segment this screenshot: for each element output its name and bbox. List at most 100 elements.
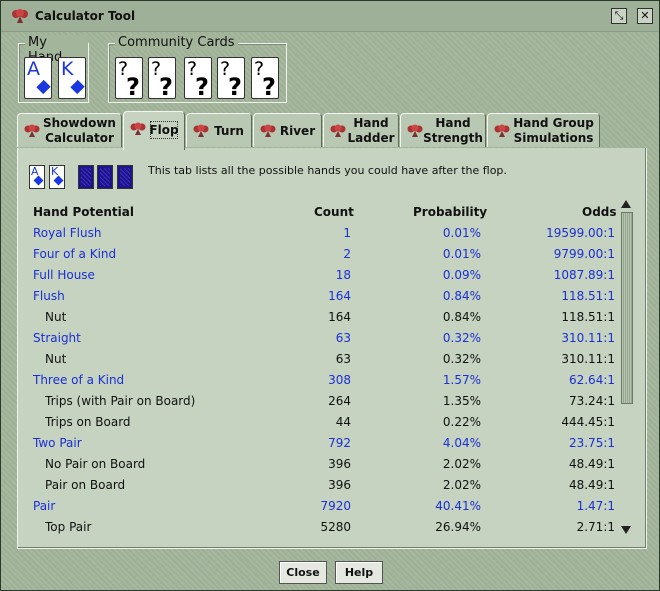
mini-hand-card-2: K — [49, 165, 65, 189]
row-hand: Nut — [45, 352, 67, 366]
row-probability: 40.41% — [435, 499, 481, 513]
table-row[interactable]: Straight 63 0.32% 310.11:1 — [33, 331, 615, 352]
community-cards-label: Community Cards — [115, 35, 238, 50]
table-row[interactable]: Three of a Kind 308 1.57% 62.64:1 — [33, 373, 615, 394]
table-row[interactable]: Top Pair 5280 26.94% 2.71:1 — [33, 520, 615, 541]
scroll-down-icon[interactable] — [621, 526, 631, 534]
community-card-1[interactable]: ?? — [115, 57, 143, 101]
tab-hand-ladder[interactable]: Hand Ladder — [323, 113, 399, 147]
row-probability: 1.35% — [442, 394, 481, 408]
row-odds: 23.75:1 — [568, 436, 615, 450]
restore-icon[interactable]: ⤡ — [611, 8, 627, 24]
row-probability: 0.32% — [442, 331, 481, 345]
table-row[interactable]: Four of a Kind 2 0.01% 9799.00:1 — [33, 247, 615, 268]
cards-logo-icon — [494, 124, 510, 137]
row-hand: Three of a Kind — [33, 373, 125, 387]
table-row[interactable]: Trips (with Pair on Board) 264 1.35% 73.24:… — [33, 394, 615, 415]
table-row[interactable]: Nut 164 0.84% 118.51:1 — [33, 310, 615, 331]
row-hand: Two Pair — [33, 436, 82, 450]
card-rank: A — [27, 58, 40, 80]
table-row[interactable]: Nut 63 0.32% 310.11:1 — [33, 352, 615, 373]
row-count: 18 — [335, 268, 351, 282]
row-probability: 1.57% — [442, 373, 481, 387]
cards-logo-icon — [193, 124, 209, 137]
row-probability: 2.02% — [442, 457, 481, 471]
tab-label: Showdown Calculator — [43, 116, 116, 145]
diamond-icon — [33, 175, 44, 186]
row-hand: Trips on Board — [45, 415, 131, 429]
tab-label: River — [279, 123, 316, 138]
row-count: 792 — [328, 436, 351, 450]
row-odds: 48.49:1 — [568, 457, 615, 471]
tab-hand-group-simulations[interactable]: Hand Group Simulations — [487, 113, 600, 147]
table-row[interactable]: Pair on Board 396 2.02% 48.49:1 — [33, 478, 615, 499]
row-probability: 4.04% — [442, 436, 481, 450]
card-placeholder: ? — [159, 73, 173, 101]
cards-logo-icon — [24, 124, 40, 137]
cards-logo-icon — [12, 9, 28, 23]
row-probability: 0.22% — [442, 415, 481, 429]
row-hand: Pair — [33, 499, 56, 513]
table-row[interactable]: Two Pair 792 4.04% 23.75:1 — [33, 436, 615, 457]
my-hand-group: My Hand A K — [18, 35, 89, 103]
row-hand: Trips (with Pair on Board) — [45, 394, 196, 408]
row-count: 264 — [328, 394, 351, 408]
row-odds: 19599.00:1 — [546, 226, 615, 240]
community-card-2[interactable]: ?? — [148, 57, 176, 101]
row-probability: 0.84% — [442, 310, 481, 324]
calculator-window: Calculator Tool ⤡ ✕ My Hand A K Communit… — [0, 0, 660, 591]
row-hand: Pair on Board — [45, 478, 126, 492]
tab-hand-strength[interactable]: Hand Strength — [400, 113, 486, 147]
community-card-3[interactable]: ?? — [184, 57, 212, 101]
tab-label: Hand Ladder — [347, 116, 395, 145]
row-probability: 0.01% — [442, 226, 481, 240]
hand-card-1[interactable]: A — [24, 57, 52, 99]
header-hand-potential[interactable]: Hand Potential — [33, 205, 134, 219]
flop-card-back-3 — [117, 165, 133, 189]
table-row[interactable]: Pair 7920 40.41% 1.47:1 — [33, 499, 615, 520]
table-row[interactable]: Royal Flush 1 0.01% 19599.00:1 — [33, 226, 615, 247]
table-row[interactable]: Flush 164 0.84% 118.51:1 — [33, 289, 615, 310]
header-odds[interactable]: Odds — [582, 205, 617, 219]
table-row[interactable]: Trips on Board 44 0.22% 444.45:1 — [33, 415, 615, 436]
row-hand: Top Pair — [45, 520, 92, 534]
scrollbar-track[interactable] — [621, 212, 633, 404]
diamond-icon — [70, 79, 85, 95]
card-placeholder: ? — [126, 73, 140, 101]
row-hand: Four of a Kind — [33, 247, 117, 261]
tab-showdown-calculator[interactable]: Showdown Calculator — [17, 113, 122, 147]
community-card-5[interactable]: ?? — [251, 57, 279, 101]
row-hand: Nut — [45, 310, 67, 324]
help-button[interactable]: Help — [335, 561, 383, 584]
row-count: 164 — [328, 289, 351, 303]
tab-label: Hand Strength — [423, 116, 483, 145]
cards-logo-icon — [130, 122, 146, 135]
tab-bar: Showdown Calculator Flop Turn River Hand… — [17, 111, 647, 150]
diamond-icon — [53, 175, 64, 186]
row-probability: 26.94% — [435, 520, 481, 534]
tab-description: This tab lists all the possible hands yo… — [148, 164, 507, 177]
hand-card-2[interactable]: K — [58, 57, 86, 99]
header-probability[interactable]: Probability — [413, 205, 487, 219]
row-hand: Full House — [33, 268, 95, 282]
close-button[interactable]: Close — [279, 561, 327, 584]
row-probability: 0.32% — [442, 352, 481, 366]
tab-river[interactable]: River — [253, 113, 322, 147]
tab-flop[interactable]: Flop — [123, 111, 185, 150]
row-count: 44 — [335, 415, 351, 429]
table-row[interactable]: Full House 18 0.09% 1087.89:1 — [33, 268, 615, 289]
community-card-4[interactable]: ?? — [217, 57, 245, 101]
tab-turn[interactable]: Turn — [186, 113, 252, 147]
scrollbar-thumb[interactable] — [622, 213, 632, 403]
row-odds: 2.71:1 — [576, 520, 615, 534]
table-row[interactable]: No Pair on Board 396 2.02% 48.49:1 — [33, 457, 615, 478]
close-window-icon[interactable]: ✕ — [637, 8, 653, 24]
mini-hand-card-1: A — [29, 165, 45, 189]
row-count: 396 — [328, 478, 351, 492]
row-odds: 118.51:1 — [561, 310, 615, 324]
scroll-up-icon[interactable] — [621, 200, 631, 208]
row-count: 63 — [335, 331, 351, 345]
diamond-icon — [36, 79, 51, 95]
header-count[interactable]: Count — [314, 205, 354, 219]
community-cards-group: Community Cards ?? ?? ?? ?? ?? — [108, 35, 287, 103]
